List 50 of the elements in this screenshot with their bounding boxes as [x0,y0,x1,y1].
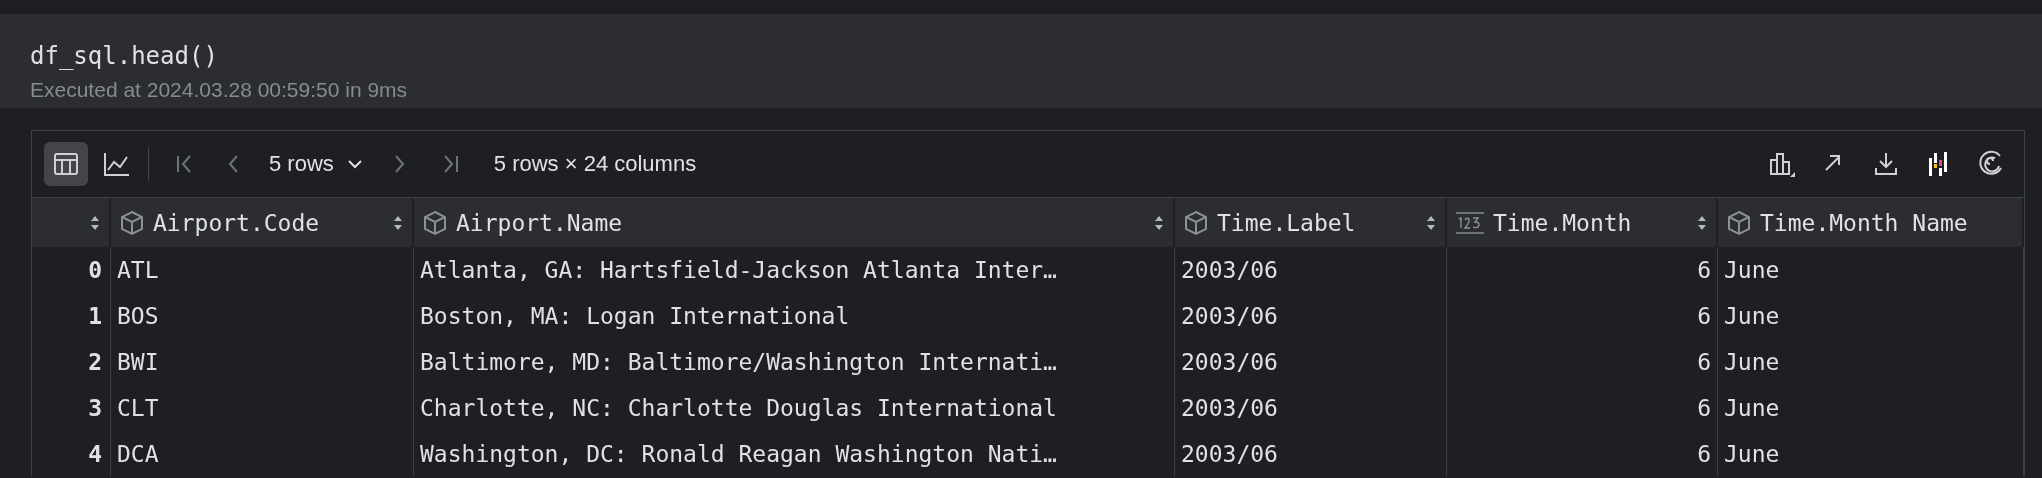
table-cell: 2003/06 [1175,339,1447,385]
table-cell: 6 [1447,431,1718,477]
table-cell: BOS [111,293,414,339]
execution-status: Executed at 2024.03.28 00:59:50 in 9ms [30,78,409,102]
column-header[interactable]: Time.Label [1175,198,1447,247]
table-cell: June [1718,431,2024,477]
row-index: 4 [32,431,111,477]
table-cell: Washington, DC: Ronald Reagan Washington Nati… [414,431,1175,477]
code-line: df_sql.head() [30,42,219,70]
table-cell: June [1718,247,2024,293]
row-index: 3 [32,385,111,431]
cube-icon [119,209,145,236]
table-cell: DCA [111,431,414,477]
cube-icon [1726,209,1752,236]
column-header[interactable]: Time.Month [1447,198,1718,247]
table-size-label: 5 rows × 24 columns [493,151,697,177]
table-cell: 2003/06 [1175,431,1447,477]
column-header[interactable]: Airport.Code [111,198,414,247]
swirl-icon [1976,150,2004,178]
table-cell: Atlanta, GA: Hartsfield-Jackson Atlanta Inter… [414,247,1175,293]
line-chart-icon [102,150,130,178]
column-header[interactable]: Time.Month Name [1718,198,2024,247]
table-cell: June [1718,293,2024,339]
cube-icon [422,209,448,236]
rows-dropdown[interactable]: 5 rows [259,142,374,186]
table-cell: June [1718,385,2024,431]
table-cell: BWI [111,339,414,385]
table-cell: 6 [1447,247,1718,293]
row-index: 0 [32,247,111,293]
table-cell: Baltimore, MD: Baltimore/Washington Internati… [414,339,1175,385]
view-toggle-button[interactable] [44,142,88,186]
table-cell: 2003/06 [1175,247,1447,293]
table-cell: ATL [111,247,414,293]
table-cell: CLT [111,385,414,431]
table-cell: 2003/06 [1175,293,1447,339]
table-cell: Charlotte, NC: Charlotte Douglas International [414,385,1175,431]
table-cell: Boston, MA: Logan International [414,293,1175,339]
column-header[interactable]: Airport.Name [414,198,1175,247]
download-icon [1872,150,1900,178]
row-index: 1 [32,293,111,339]
bar-chart-icon [1768,150,1796,178]
number-type-icon [1455,209,1485,236]
table-cell: 6 [1447,385,1718,431]
table-icon [52,150,80,178]
row-index: 2 [32,339,111,385]
table-cell: 6 [1447,339,1718,385]
table-cell: 2003/06 [1175,385,1447,431]
table-cell: 6 [1447,293,1718,339]
table-cell: June [1718,339,2024,385]
cube-icon [1183,209,1209,236]
